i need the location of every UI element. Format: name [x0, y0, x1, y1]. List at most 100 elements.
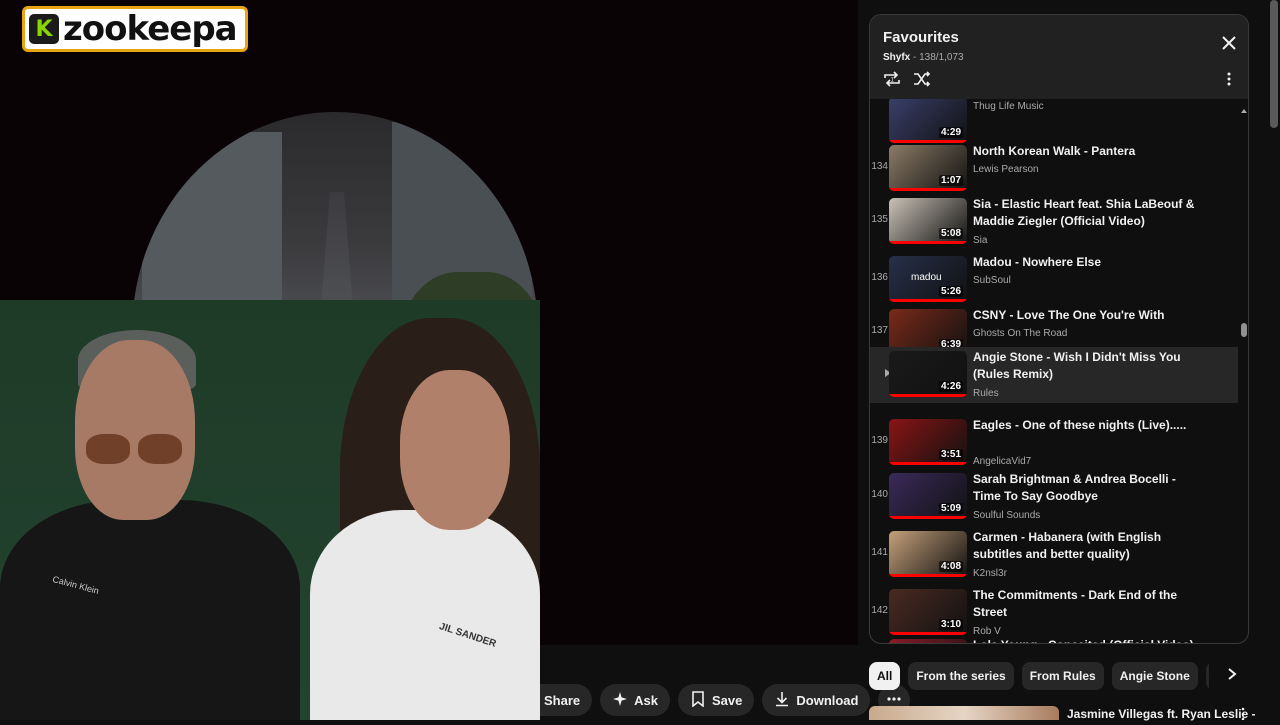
- playlist-item-channel: Soulful Sounds: [973, 510, 1041, 521]
- playlist-item-channel: Thug Life Music: [973, 101, 1044, 112]
- share-label: Share: [544, 692, 581, 708]
- playlist-title[interactable]: Favourites: [883, 29, 959, 46]
- shirt-logo-left: Calvin Klein: [51, 574, 101, 596]
- person-right-face: [400, 370, 510, 530]
- playlist-item-title[interactable]: Angie Stone - Wish I Didn't Miss You (Ru…: [973, 349, 1198, 383]
- playlist-item[interactable]: 4:29 Thug Life Music: [870, 99, 1238, 147]
- ask-button[interactable]: Ask: [600, 684, 670, 716]
- watched-progress-bar: [889, 516, 967, 519]
- sunglasses: [86, 434, 186, 464]
- playlist-item-thumbnail[interactable]: 3:10: [889, 589, 967, 635]
- more-vertical-icon: [1236, 707, 1250, 724]
- page-scrollbar-thumb[interactable]: [1270, 0, 1278, 128]
- playlist-item-channel: Lewis Pearson: [973, 164, 1039, 175]
- playlist-item-title[interactable]: Lola Young - Conceited (Official Video): [973, 637, 1198, 643]
- chips-next-button[interactable]: [1220, 664, 1244, 688]
- download-icon: [774, 691, 790, 710]
- playlist-item-thumbnail[interactable]: 4:26: [889, 351, 967, 397]
- playlist-item[interactable]: 4:26 Angie Stone - Wish I Didn't Miss You…: [870, 347, 1238, 403]
- playlist-item-thumbnail[interactable]: 1:07: [889, 145, 967, 191]
- playlist-item-thumbnail[interactable]: madou 5:26: [889, 256, 967, 302]
- playlist-header: Favourites Shyfx - 138/1,073 1: [870, 15, 1248, 99]
- playlist-item-thumbnail[interactable]: 3:51: [889, 419, 967, 465]
- save-button[interactable]: Save: [678, 684, 755, 716]
- ask-label: Ask: [634, 692, 658, 708]
- playlist-item[interactable]: 136 madou 5:26 Madou - Nowhere Else SubSoul: [870, 252, 1238, 306]
- playlist-item-title[interactable]: Carmen - Habanera (with English subtitle…: [973, 529, 1198, 563]
- chevron-right-icon: [1225, 667, 1239, 686]
- playlist-item-index: 142: [871, 605, 888, 616]
- close-playlist-button[interactable]: [1217, 33, 1241, 57]
- duration-badge: 4:08: [938, 561, 963, 572]
- playlist-item[interactable]: Lola Young - Conceited (Official Video): [870, 635, 1238, 643]
- duration-badge: 4:26: [938, 381, 963, 392]
- playlist-item-title[interactable]: Eagles - One of these nights (Live).....: [973, 417, 1198, 434]
- filter-chip[interactable]: Electr: [1205, 662, 1209, 690]
- playlist-item[interactable]: 140 5:09 Sarah Brightman & Andrea Bocelli …: [870, 469, 1238, 523]
- filter-chip[interactable]: From the series: [908, 662, 1014, 690]
- playlist-item-index: 137: [871, 325, 888, 336]
- playlist-item-index: 136: [871, 272, 888, 283]
- watched-progress-bar: [889, 299, 967, 302]
- playlist-scrollbar[interactable]: [1241, 105, 1247, 635]
- duration-badge: 5:09: [938, 503, 963, 514]
- playlist-item[interactable]: 142 3:10 The Commitments - Dark End of the…: [870, 585, 1238, 639]
- playlist-item-index: 141: [871, 547, 888, 558]
- shuffle-button[interactable]: [910, 69, 934, 93]
- scroll-up-icon[interactable]: [1241, 101, 1247, 119]
- thumbnail-text: madou: [911, 272, 942, 283]
- playlist-item[interactable]: 141 4:08 Carmen - Habanera (with English s…: [870, 527, 1238, 581]
- playlist-scroll-thumb[interactable]: [1241, 323, 1247, 337]
- share-button[interactable]: Share: [540, 684, 593, 716]
- recommendation-thumbnail[interactable]: [869, 706, 1059, 720]
- watched-progress-bar: [889, 462, 967, 465]
- sparkle-icon: [612, 691, 628, 710]
- duration-badge: 1:07: [938, 175, 963, 186]
- scroll-down-icon[interactable]: [1241, 641, 1247, 643]
- playlist-item-thumbnail[interactable]: 4:29: [889, 99, 967, 143]
- duration-badge: 3:10: [938, 619, 963, 630]
- playlist-item-index: 140: [871, 489, 888, 500]
- playlist-subtitle: Shyfx - 138/1,073: [883, 52, 964, 63]
- playlist-item-thumbnail[interactable]: 4:08: [889, 531, 967, 577]
- download-label: Download: [796, 692, 859, 708]
- playlist-item-thumbnail[interactable]: [889, 639, 967, 643]
- channel-logo: K zookeepa: [22, 6, 248, 52]
- playlist-item-title[interactable]: Sia - Elastic Heart feat. Shia LaBeouf &…: [973, 196, 1198, 230]
- logo-wordmark: zookeepa: [63, 9, 238, 49]
- playlist-item-thumbnail[interactable]: 5:08: [889, 198, 967, 244]
- playlist-item-channel: Rules: [973, 388, 999, 399]
- playlist-item-title[interactable]: CSNY - Love The One You're With: [973, 307, 1198, 324]
- filter-chip[interactable]: All: [869, 662, 901, 690]
- person-left-head: [75, 340, 195, 520]
- logo-k-icon: K: [29, 14, 59, 44]
- playlist-item-title[interactable]: North Korean Walk - Pantera: [973, 143, 1198, 160]
- playlist-item-channel: Ghosts On The Road: [973, 328, 1068, 339]
- playlist-item-title[interactable]: The Commitments - Dark End of the Street: [973, 587, 1198, 621]
- playlist-item-index: 134: [871, 161, 888, 172]
- playlist-item-title[interactable]: Sarah Brightman & Andrea Bocelli - Time …: [973, 471, 1198, 505]
- recommendation-menu-button[interactable]: [1236, 706, 1250, 725]
- playlist-items: 4:29 Thug Life Music 134 1:07 North Korean W…: [870, 99, 1240, 643]
- playlist-item-channel: Sia: [973, 235, 988, 246]
- watched-progress-bar: [889, 241, 967, 244]
- loop-icon: 1: [882, 69, 902, 94]
- more-vertical-icon: [1221, 71, 1237, 92]
- playlist-menu-button[interactable]: [1217, 69, 1241, 93]
- loop-button[interactable]: 1: [880, 69, 904, 93]
- playlist-item[interactable]: 134 1:07 North Korean Walk - Pantera Lewis …: [870, 141, 1238, 195]
- shuffle-icon: [912, 69, 932, 94]
- playlist-item-thumbnail[interactable]: 5:09: [889, 473, 967, 519]
- filter-chip[interactable]: From Rules: [1021, 662, 1104, 690]
- playlist-item[interactable]: 139 3:51 Eagles - One of these nights (Liv…: [870, 415, 1238, 469]
- download-button[interactable]: Download: [762, 684, 871, 716]
- playlist-item-channel: AngelicaVid7: [973, 456, 1032, 467]
- duration-badge: 4:29: [938, 127, 963, 138]
- video-player[interactable]: Calvin Klein JIL SANDER: [0, 0, 858, 720]
- playlist-item-title[interactable]: Madou - Nowhere Else: [973, 254, 1198, 271]
- recommendation-title[interactable]: Jasmine Villegas ft. Ryan Leslie -: [1067, 707, 1256, 721]
- filter-chip[interactable]: Angie Stone: [1111, 662, 1198, 690]
- watched-progress-bar: [889, 188, 967, 191]
- playlist-owner[interactable]: Shyfx: [883, 52, 910, 63]
- playlist-item[interactable]: 135 5:08 Sia - Elastic Heart feat. Shia La…: [870, 194, 1238, 248]
